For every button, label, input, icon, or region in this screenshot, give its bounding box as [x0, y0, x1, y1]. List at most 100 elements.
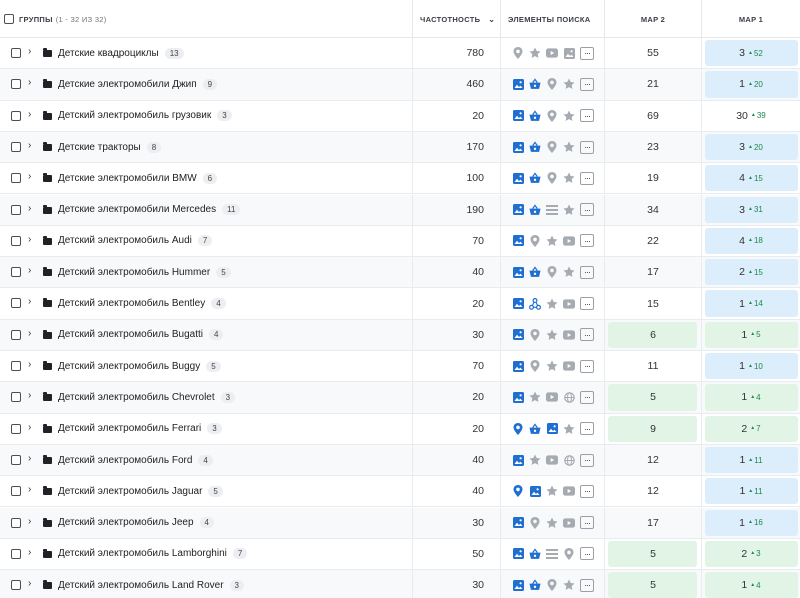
group-name[interactable]: Детские электромобили Mercedes — [58, 204, 216, 215]
chevron-right-icon[interactable]: › — [28, 390, 31, 401]
row-checkbox[interactable] — [11, 517, 21, 528]
row-checkbox[interactable] — [11, 204, 21, 215]
group-name[interactable]: Детский электромобиль Ferrari — [58, 423, 201, 434]
group-name-cell[interactable]: Детский электромобиль Jaguar 5 — [58, 476, 223, 506]
chevron-down-icon[interactable]: ⌄ — [488, 15, 495, 24]
more-features-button[interactable]: ··· — [580, 578, 594, 592]
group-name[interactable]: Детский электромобиль Jaguar — [58, 486, 202, 497]
table-row[interactable]: › Детские электромобили Mercedes 11 190 ··· 3… — [0, 194, 800, 226]
table-row[interactable]: › Детский электромобиль Ford 4 40 ··· 12 111 — [0, 444, 800, 477]
table-row[interactable]: › Детский электромобиль грузовик 3 20 ··· 69 3… — [0, 100, 800, 132]
chevron-right-icon[interactable]: › — [28, 328, 31, 339]
more-features-button[interactable]: ··· — [580, 390, 594, 404]
row-checkbox[interactable] — [11, 79, 21, 90]
table-row[interactable]: › Детский электромобиль Land Rover 3 30 ··· 5… — [0, 570, 800, 598]
row-checkbox[interactable] — [11, 235, 21, 246]
group-name-cell[interactable]: Детский электромобиль грузовик 3 — [58, 101, 232, 131]
table-row[interactable]: › Детские тракторы 8 170 ··· 23 320 — [0, 131, 800, 164]
more-features-button[interactable]: ··· — [580, 77, 594, 91]
group-name[interactable]: Детские электромобили Джип — [58, 79, 197, 90]
group-name-cell[interactable]: Детские тракторы 8 — [58, 132, 162, 162]
more-features-button[interactable]: ··· — [580, 359, 594, 373]
frequency-column-header[interactable]: ЧАСТОТНОСТЬ ⌄ — [412, 0, 500, 38]
table-row[interactable]: › Детский электромобиль Jeep 4 30 ··· 17 116 — [0, 507, 800, 539]
group-name[interactable]: Детский электромобиль Bentley — [58, 298, 205, 309]
group-name-cell[interactable]: Детские электромобили BMW 6 — [58, 163, 218, 193]
group-name-cell[interactable]: Детский электромобиль Bugatti 4 — [58, 320, 224, 350]
group-name-cell[interactable]: Детские электромобили Джип 9 — [58, 69, 218, 99]
group-name[interactable]: Детский электромобиль Ford — [58, 455, 192, 466]
chevron-right-icon[interactable]: › — [28, 77, 31, 88]
group-name[interactable]: Детский электромобиль Audi — [58, 235, 192, 246]
table-row[interactable]: › Детский электромобиль Ferrari 3 20 ··· 9 27 — [0, 413, 800, 445]
more-features-button[interactable]: ··· — [580, 265, 594, 279]
more-features-button[interactable]: ··· — [580, 484, 594, 498]
row-checkbox[interactable] — [11, 361, 21, 371]
table-row[interactable]: › Детские электромобили Джип 9 460 ··· 21 120 — [0, 69, 800, 101]
group-name[interactable]: Детские электромобили BMW — [58, 173, 197, 184]
chevron-right-icon[interactable]: › — [28, 203, 31, 214]
group-name[interactable]: Детские квадроциклы — [58, 48, 159, 59]
chevron-right-icon[interactable]: › — [28, 234, 31, 245]
group-name-cell[interactable]: Детский электромобиль Ford 4 — [58, 445, 213, 475]
row-checkbox[interactable] — [11, 454, 21, 465]
group-name[interactable]: Детский электромобиль грузовик — [58, 110, 211, 121]
table-row[interactable]: › Детский электромобиль Bugatti 4 30 ··· 6 15 — [0, 319, 800, 351]
group-name[interactable]: Детские тракторы — [58, 142, 141, 153]
table-row[interactable]: › Детский электромобиль Bentley 4 20 ··· 15 11… — [0, 288, 800, 320]
row-checkbox[interactable] — [11, 173, 21, 184]
group-name-cell[interactable]: Детские квадроциклы 13 — [58, 38, 184, 68]
more-features-button[interactable]: ··· — [580, 140, 594, 154]
more-features-button[interactable]: ··· — [580, 203, 594, 217]
row-checkbox[interactable] — [11, 48, 21, 58]
row-checkbox[interactable] — [11, 548, 21, 559]
group-name-cell[interactable]: Детский электромобиль Audi 7 — [58, 226, 213, 256]
table-row[interactable]: › Детский электромобиль Audi 7 70 ··· 22 418 — [0, 225, 800, 258]
group-name[interactable]: Детский электромобиль Hummer — [58, 267, 210, 278]
more-features-button[interactable]: ··· — [580, 422, 594, 436]
chevron-right-icon[interactable]: › — [28, 171, 31, 182]
row-checkbox[interactable] — [11, 329, 21, 340]
group-name-cell[interactable]: Детский электромобиль Chevrolet 3 — [58, 382, 236, 412]
chevron-right-icon[interactable]: › — [28, 359, 31, 370]
group-name[interactable]: Детский электромобиль Buggy — [58, 361, 200, 372]
group-name-cell[interactable]: Детский электромобиль Jeep 4 — [58, 508, 214, 538]
select-all-checkbox[interactable] — [4, 14, 14, 24]
row-checkbox[interactable] — [11, 486, 21, 497]
chevron-right-icon[interactable]: › — [28, 484, 31, 495]
chevron-right-icon[interactable]: › — [28, 46, 31, 57]
group-name[interactable]: Детский электромобиль Lamborghini — [58, 548, 227, 559]
group-name-cell[interactable]: Детский электромобиль Bentley 4 — [58, 288, 226, 318]
table-row[interactable]: › Детский электромобиль Lamborghini 7 50 ···… — [0, 538, 800, 571]
chevron-right-icon[interactable]: › — [28, 578, 31, 589]
more-features-button[interactable]: ··· — [580, 328, 594, 342]
row-checkbox[interactable] — [11, 298, 21, 309]
group-name-cell[interactable]: Детские электромобили Mercedes 11 — [58, 195, 241, 225]
row-checkbox[interactable] — [11, 141, 21, 152]
more-features-button[interactable]: ··· — [580, 453, 594, 467]
group-name-cell[interactable]: Детский электромобиль Land Rover 3 — [58, 570, 244, 598]
chevron-right-icon[interactable]: › — [28, 422, 31, 433]
chevron-right-icon[interactable]: › — [28, 547, 31, 558]
chevron-right-icon[interactable]: › — [28, 265, 31, 276]
row-checkbox[interactable] — [11, 423, 21, 434]
more-features-button[interactable]: ··· — [580, 171, 594, 185]
group-name[interactable]: Детский электромобиль Land Rover — [58, 580, 224, 591]
row-checkbox[interactable] — [11, 110, 21, 121]
group-name-cell[interactable]: Детский электромобиль Hummer 5 — [58, 257, 231, 287]
more-features-button[interactable]: ··· — [580, 109, 594, 123]
more-features-button[interactable]: ··· — [580, 547, 594, 561]
chevron-right-icon[interactable]: › — [28, 453, 31, 464]
chevron-right-icon[interactable]: › — [28, 516, 31, 527]
map1-column-header[interactable]: MAP 1 — [701, 0, 800, 38]
group-name[interactable]: Детский электромобиль Bugatti — [58, 329, 203, 340]
group-name[interactable]: Детский электромобиль Chevrolet — [58, 392, 215, 403]
row-checkbox[interactable] — [11, 392, 21, 403]
table-row[interactable]: › Детские электромобили BMW 6 100 ··· 19 415 — [0, 163, 800, 195]
table-row[interactable]: › Детский электромобиль Hummer 5 40 ··· 17 215 — [0, 257, 800, 289]
map2-column-header[interactable]: MAP 2 — [604, 0, 701, 38]
table-row[interactable]: › Детские квадроциклы 13 780 ··· 55 352 — [0, 38, 800, 70]
more-features-button[interactable]: ··· — [580, 234, 594, 248]
chevron-right-icon[interactable]: › — [28, 140, 31, 151]
chevron-right-icon[interactable]: › — [28, 296, 31, 307]
